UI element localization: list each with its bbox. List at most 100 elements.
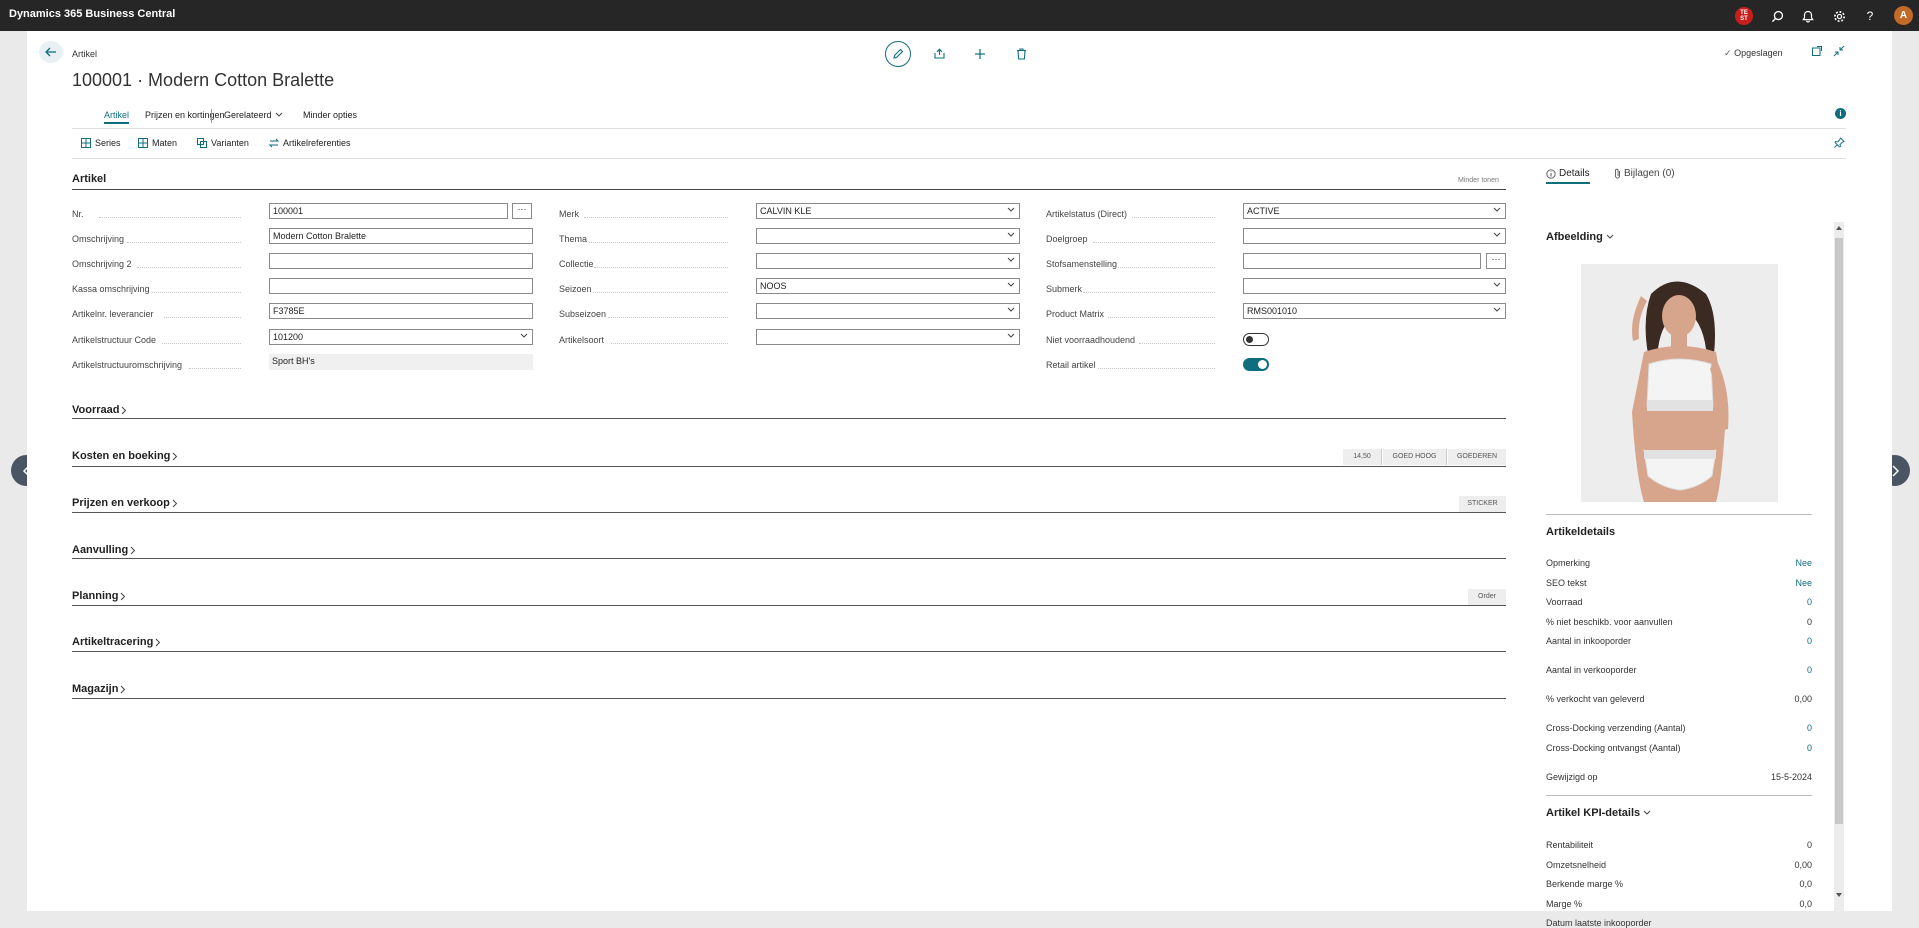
prijzen-pill-sticker: STICKER [1459,496,1506,512]
field-label-thema: Thema [559,234,588,244]
share-icon [933,48,945,59]
field-label-kassa-omschrijving: Kassa omschrijving [72,284,150,294]
thema-dropdown[interactable] [756,228,1020,244]
gear-icon[interactable] [1830,7,1848,25]
kosten-pill-type: GOEDEREN [1448,449,1506,465]
scroll-up-icon[interactable] [1835,225,1843,231]
collectie-dropdown[interactable] [756,253,1020,269]
submerk-dropdown[interactable] [1243,278,1506,294]
tenant-badge[interactable]: TE ST [1735,7,1753,25]
chevron-down-icon [1007,207,1015,212]
series-action[interactable]: Series [81,138,121,148]
artikelstatus-value: ACTIVE [1247,206,1280,216]
leverancier-field[interactable]: F3785E [269,303,533,319]
omschrijving-2-field[interactable] [269,253,533,269]
info-icon[interactable]: i [1835,108,1846,119]
detail-value-seo-tekst[interactable]: Nee [1795,578,1812,588]
chevron-down-icon [520,333,528,338]
fasttab-kosten-label: Kosten en boeking [72,450,171,462]
tab-prijzen-en-kortingen[interactable]: Prijzen en kortingen [145,110,225,120]
label-leader [589,242,728,243]
afbeelding-header[interactable]: Afbeelding [1546,231,1614,243]
field-label-leverancier: Artikelnr. leverancier [72,309,154,319]
pin-icon[interactable] [1834,137,1845,151]
fasttab-voorraad[interactable]: Voorraad [72,404,127,416]
omschrijving-field[interactable]: Modern Cotton Bralette [269,228,533,244]
nr-field[interactable]: 100001 [269,203,508,219]
divider [72,158,1846,159]
tab-minder-opties[interactable]: Minder opties [303,110,357,120]
artikelsoort-dropdown[interactable] [756,329,1020,345]
factbox-tab-details[interactable]: Details [1546,168,1590,184]
field-label-subseizoen: Subseizoen [559,309,607,319]
stofsamenstelling-field[interactable] [1243,253,1481,269]
detail-value-cross-docking-ontvangst[interactable]: 0 [1807,743,1812,753]
help-icon[interactable]: ? [1861,7,1879,25]
field-label-omschrijving: Omschrijving [72,234,125,244]
scrollbar-thumb[interactable] [1835,238,1843,824]
retail-artikel-toggle[interactable] [1243,358,1269,371]
fasttab-aanvulling[interactable]: Aanvulling [72,544,136,556]
detail-value-inkooporder[interactable]: 0 [1807,636,1812,646]
detail-value-cross-docking-verzending[interactable]: 0 [1807,723,1812,733]
back-button[interactable] [39,41,63,63]
label-leader [137,267,241,268]
fasttab-magazijn[interactable]: Magazijn [72,683,126,695]
edit-button[interactable] [885,41,911,67]
fasttab-prijzen-en-verkoop[interactable]: Prijzen en verkoop [72,497,178,509]
nr-lookup-button[interactable]: ··· [512,203,532,219]
product-matrix-dropdown[interactable]: RMS001010 [1243,303,1506,319]
collapse-icon[interactable] [1833,45,1845,60]
open-new-window-icon[interactable] [1811,45,1823,60]
factbox-tab-bijlagen[interactable]: Bijlagen (0) [1614,168,1675,179]
share-button[interactable] [926,41,952,67]
artikelreferenties-action[interactable]: Artikelreferenties [269,138,351,148]
product-image[interactable] [1581,264,1778,502]
kpi-value-omzetsnelheid: 0,00 [1794,860,1812,870]
merk-dropdown[interactable]: CALVIN KLE [756,203,1020,219]
detail-value-voorraad[interactable]: 0 [1807,597,1812,607]
artikelstatus-dropdown[interactable]: ACTIVE [1243,203,1506,219]
saved-status: ✓ Opgeslagen [1724,48,1783,59]
structuur-code-dropdown[interactable]: 101200 [269,329,533,345]
section-title-artikel[interactable]: Artikel [72,173,106,185]
maten-action[interactable]: Maten [138,138,177,148]
fasttab-artikeltracering[interactable]: Artikeltracering [72,636,161,648]
fasttab-divider [72,466,1506,467]
tab-artikel[interactable]: Artikel [104,110,130,124]
section-divider [72,189,1506,190]
scroll-down-icon[interactable] [1835,892,1843,898]
user-avatar[interactable]: A [1894,6,1913,25]
detail-label-voorraad: Voorraad [1546,597,1583,607]
kpi-value-berkende-marge: 0,0 [1799,879,1812,889]
label-leader [593,292,728,293]
grid-icon [81,138,91,148]
fasttab-planning[interactable]: Planning [72,590,126,602]
fasttab-kosten-en-boeking[interactable]: Kosten en boeking [72,450,178,462]
kpi-header[interactable]: Artikel KPI-details [1546,807,1651,819]
kpi-value-marge: 0,0 [1799,899,1812,909]
search-icon[interactable] [1768,7,1786,25]
delete-button[interactable] [1008,41,1034,67]
niet-voorraadhoudend-toggle[interactable] [1243,333,1269,346]
show-less-link[interactable]: Minder tonen [1458,177,1499,184]
kassa-omschrijving-field[interactable] [269,278,533,294]
chevron-down-icon [1493,282,1501,287]
detail-value-opmerking[interactable]: Nee [1795,558,1812,568]
label-leader [162,343,241,344]
field-label-collectie: Collectie [559,259,594,269]
detail-value-verkooporder[interactable]: 0 [1807,665,1812,675]
bell-icon[interactable] [1799,7,1817,25]
doelgroep-dropdown[interactable] [1243,228,1506,244]
factbox-scrollbar[interactable] [1834,222,1844,911]
tab-gerelateerd[interactable]: Gerelateerd [224,110,283,120]
varianten-action[interactable]: Varianten [197,138,249,148]
app-title[interactable]: Dynamics 365 Business Central [9,8,175,20]
fasttab-divider [72,418,1506,419]
new-button[interactable] [967,41,993,67]
chevron-down-icon [1493,207,1501,212]
stofsamenstelling-lookup-button[interactable]: ··· [1486,253,1506,269]
subseizoen-dropdown[interactable] [756,303,1020,319]
fasttab-divider [72,512,1506,513]
seizoen-dropdown[interactable]: NOOS [756,278,1020,294]
